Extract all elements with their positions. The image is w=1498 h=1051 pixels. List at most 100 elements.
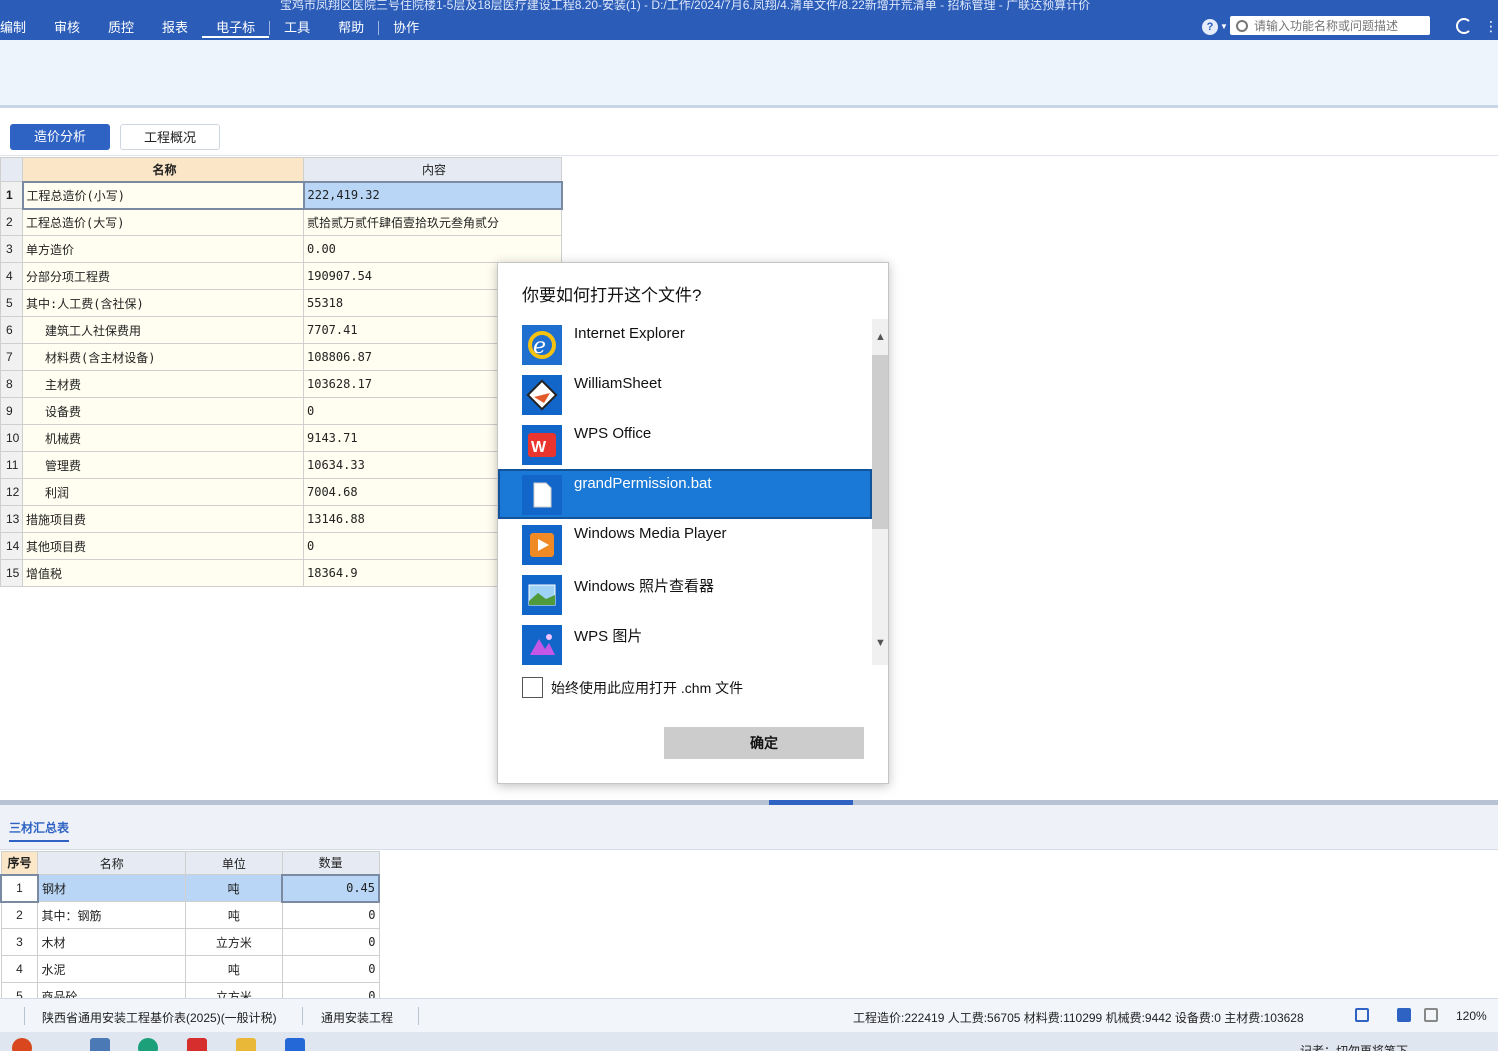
status-pricing-table[interactable]: 陕西省通用安装工程基价表(2025)(一般计税) xyxy=(42,1009,277,1026)
menu-item-edit[interactable]: 编制 xyxy=(0,18,40,38)
row-name[interactable]: 措施项目费 xyxy=(22,505,304,533)
view-normal-icon[interactable] xyxy=(1397,1008,1411,1022)
table-row[interactable]: 11 管理费 10634.33 xyxy=(0,451,562,479)
search-input[interactable] xyxy=(1254,18,1424,33)
row-qty[interactable]: 0 xyxy=(281,982,380,998)
scrollbar-thumb[interactable] xyxy=(872,355,888,529)
menu-item-e-bid[interactable]: 电子标 xyxy=(202,18,270,38)
refresh-icon[interactable] xyxy=(1456,18,1472,34)
table-row[interactable]: 10 机械费 9143.71 xyxy=(0,424,562,452)
tab-project-overview[interactable]: 工程概况 xyxy=(120,124,220,150)
table-row[interactable]: 2 工程总造价(大写) 贰拾贰万贰仟肆佰壹拾玖元叁角贰分 xyxy=(0,208,562,236)
table-row[interactable]: 4 水泥吨 0 xyxy=(0,955,380,983)
view-split-icon[interactable] xyxy=(1424,1008,1438,1022)
table-row[interactable]: 6 建筑工人社保费用 7707.41 xyxy=(0,316,562,344)
lightbulb-icon[interactable]: ? xyxy=(1202,19,1218,35)
app-option-grandpermission-bat[interactable]: grandPermission.bat xyxy=(498,469,872,519)
ok-button[interactable]: 确定 xyxy=(664,727,864,759)
row-unit[interactable]: 吨 xyxy=(185,955,283,983)
menu-item-tools[interactable]: 工具 xyxy=(270,18,324,38)
layout-icon[interactable] xyxy=(1355,1008,1369,1022)
row-name[interactable]: 商品砼 xyxy=(37,982,187,998)
menu-item-qc[interactable]: 质控 xyxy=(94,18,148,38)
row-name[interactable]: 其他项目费 xyxy=(22,532,304,560)
row-name[interactable]: 主材费 xyxy=(22,370,304,398)
table-row[interactable]: 12 利润 7004.68 xyxy=(0,478,562,506)
row-name[interactable]: 增值税 xyxy=(22,559,304,587)
row-content[interactable]: 0.00 xyxy=(303,235,562,263)
always-use-label[interactable]: 始终使用此应用打开 .chm 文件 xyxy=(551,678,743,698)
row-name[interactable]: 工程总造价(大写) xyxy=(22,208,304,236)
row-name[interactable]: 木材 xyxy=(37,928,187,956)
row-name[interactable]: 钢材 xyxy=(37,874,187,902)
row-qty[interactable]: 0 xyxy=(281,928,380,956)
row-content[interactable]: 222,419.32 xyxy=(302,180,563,210)
row-name[interactable]: 分部分项工程费 xyxy=(22,262,304,290)
table-row[interactable]: 1 钢材吨 0.45 xyxy=(0,873,380,903)
table-row[interactable]: 1 工程总造价(小写) 222,419.32 xyxy=(0,180,563,210)
row-name[interactable]: 管理费 xyxy=(22,451,304,479)
scroll-up-icon[interactable]: ▲ xyxy=(875,331,886,343)
wps-taskbar-icon[interactable] xyxy=(187,1038,207,1051)
function-search-box[interactable] xyxy=(1230,16,1430,35)
file-explorer-icon[interactable] xyxy=(236,1038,256,1051)
edge-browser-icon[interactable] xyxy=(138,1038,158,1051)
table-row[interactable]: 14 其他项目费 0 xyxy=(0,532,562,560)
row-unit[interactable]: 立方米 xyxy=(185,928,283,956)
row-name[interactable]: 工程总造价(小写) xyxy=(21,180,305,210)
column-header-content[interactable]: 内容 xyxy=(303,157,562,182)
table-row[interactable]: 5 商品砼 立方米 0 xyxy=(0,982,380,998)
column-header-qty[interactable]: 数量 xyxy=(281,851,380,875)
menu-item-review[interactable]: 审核 xyxy=(40,18,94,38)
tab-materials-summary[interactable]: 三材汇总表 xyxy=(9,819,70,842)
row-qty[interactable]: 0 xyxy=(281,901,380,929)
tab-cost-analysis[interactable]: 造价分析 xyxy=(10,124,110,150)
menu-item-help[interactable]: 帮助 xyxy=(324,18,378,38)
table-row[interactable]: 3 单方造价 0.00 xyxy=(0,235,562,263)
table-row[interactable]: 15 增值税 18364.9 xyxy=(0,559,562,587)
always-use-checkbox[interactable] xyxy=(522,677,543,698)
app-logo-icon[interactable] xyxy=(12,1038,32,1051)
table-row[interactable]: 2 其中：钢筋吨 0 xyxy=(0,901,380,929)
app-option-wps-pictures[interactable]: WPS 图片 xyxy=(498,619,872,665)
row-name[interactable]: 设备费 xyxy=(22,397,304,425)
app-option-williamsheet[interactable]: WilliamSheet xyxy=(498,369,872,419)
status-project-type[interactable]: 通用安装工程 xyxy=(321,1009,393,1026)
row-name[interactable]: 机械费 xyxy=(22,424,304,452)
app-option-photo-viewer[interactable]: Windows 照片查看器 xyxy=(498,569,872,619)
row-name[interactable]: 其中：钢筋 xyxy=(37,901,187,929)
scroll-down-icon[interactable]: ▼ xyxy=(875,637,886,649)
app-option-windows-media-player[interactable]: Windows Media Player xyxy=(498,519,872,569)
row-unit[interactable]: 立方米 xyxy=(185,982,283,998)
table-row[interactable]: 13 措施项目费 13146.88 xyxy=(0,505,562,533)
menu-item-reports[interactable]: 报表 xyxy=(148,18,202,38)
calculator-icon[interactable] xyxy=(90,1038,110,1051)
row-name[interactable]: 材料费(含主材设备) xyxy=(22,343,304,371)
column-header-no[interactable]: 序号 xyxy=(0,851,39,875)
row-qty[interactable]: 0.45 xyxy=(281,873,380,903)
app-option-wps-office[interactable]: W WPS Office xyxy=(498,419,872,469)
menu-item-collab[interactable]: 协作 xyxy=(379,18,433,38)
table-row[interactable]: 4 分部分项工程费 190907.54 xyxy=(0,262,562,290)
chevron-down-icon[interactable]: ▼ xyxy=(1220,22,1228,31)
zoom-level[interactable]: 120% xyxy=(1456,1009,1487,1023)
table-row[interactable]: 9 设备费 0 xyxy=(0,397,562,425)
app-list-scrollbar[interactable]: ▲ ▼ xyxy=(872,319,888,665)
row-name[interactable]: 单方造价 xyxy=(22,235,304,263)
column-header-unit[interactable]: 单位 xyxy=(185,851,283,875)
row-qty[interactable]: 0 xyxy=(281,955,380,983)
column-header-name[interactable]: 名称 xyxy=(37,851,187,875)
row-unit[interactable]: 吨 xyxy=(185,874,283,902)
row-unit[interactable]: 吨 xyxy=(185,901,283,929)
table-row[interactable]: 7 材料费(含主材设备) 108806.87 xyxy=(0,343,562,371)
column-header-name[interactable]: 名称 xyxy=(22,157,304,182)
row-name[interactable]: 建筑工人社保费用 xyxy=(22,316,304,344)
pricing-app-icon[interactable] xyxy=(285,1038,305,1051)
row-name[interactable]: 水泥 xyxy=(37,955,187,983)
more-icon[interactable]: ⋮ xyxy=(1484,18,1498,34)
row-name[interactable]: 其中:人工费(含社保) xyxy=(22,289,304,317)
row-name[interactable]: 利润 xyxy=(22,478,304,506)
table-row[interactable]: 5 其中:人工费(含社保) 55318 xyxy=(0,289,562,317)
table-row[interactable]: 3 木材 立方米 0 xyxy=(0,928,380,956)
app-option-internet-explorer[interactable]: e Internet Explorer xyxy=(498,319,872,369)
